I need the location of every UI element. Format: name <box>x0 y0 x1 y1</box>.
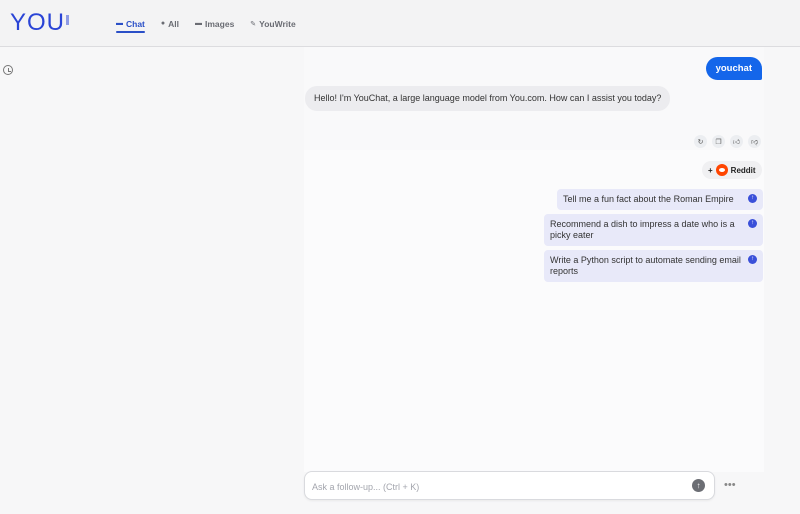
suggestion-text: Recommend a dish to impress a date who i… <box>550 219 735 240</box>
more-options-icon[interactable]: ••• <box>724 480 736 491</box>
tab-youwrite[interactable]: ✎ YouWrite <box>250 0 295 47</box>
tab-label: All <box>168 18 179 29</box>
arrow-up-icon: ↑ <box>748 219 757 228</box>
follow-up-composer: ↑ <box>304 471 715 500</box>
reddit-source-chip[interactable]: + Reddit <box>702 161 762 179</box>
search-tabs: ▬ Chat ● All ▬ Images ✎ YouWrite <box>116 0 296 47</box>
tab-chat[interactable]: ▬ Chat <box>116 0 145 47</box>
arrow-up-icon: ↑ <box>748 255 757 264</box>
pencil-icon: ✎ <box>250 20 257 28</box>
image-icon: ▬ <box>195 20 202 27</box>
arrow-up-icon: ↑ <box>748 194 757 203</box>
history-icon[interactable] <box>3 65 13 75</box>
suggestion-item[interactable]: Write a Python script to automate sendin… <box>544 250 763 282</box>
user-message: youchat <box>705 57 762 80</box>
arrow-up-icon: ↑ <box>696 481 701 490</box>
thumbs-up-icon[interactable]: 👍︎ <box>730 135 743 148</box>
follow-up-input[interactable] <box>312 479 682 494</box>
send-button[interactable]: ↑ <box>692 479 705 492</box>
tab-label: Images <box>205 18 235 29</box>
tab-label: Chat <box>126 18 145 29</box>
suggestion-item[interactable]: Tell me a fun fact about the Roman Empir… <box>557 189 763 210</box>
copy-icon[interactable]: ❐ <box>712 135 725 148</box>
bot-message: Hello! I'm YouChat, a large language mod… <box>305 86 671 111</box>
reddit-icon <box>715 164 728 176</box>
message-actions: ↻ ❐ 👍︎ 👎︎ <box>694 135 761 148</box>
logo-mark <box>66 15 70 25</box>
add-source-icon: + <box>708 165 713 175</box>
you-logo[interactable]: YOU <box>10 9 70 37</box>
tab-all[interactable]: ● All <box>161 0 179 47</box>
regenerate-icon[interactable]: ↻ <box>694 135 707 148</box>
chat-icon: ▬ <box>116 20 123 27</box>
tab-images[interactable]: ▬ Images <box>195 0 234 47</box>
tab-label: YouWrite <box>259 18 296 29</box>
logo-text: YOU <box>10 9 66 36</box>
suggestion-text: Write a Python script to automate sendin… <box>550 255 741 276</box>
source-label: Reddit <box>730 165 756 175</box>
suggestion-item[interactable]: Recommend a dish to impress a date who i… <box>544 214 763 246</box>
top-bar: YOU ▬ Chat ● All ▬ Images ✎ YouWrite <box>0 0 800 47</box>
search-icon: ● <box>160 20 166 27</box>
thumbs-down-icon[interactable]: 👎︎ <box>748 135 761 148</box>
suggestion-text: Tell me a fun fact about the Roman Empir… <box>563 194 734 204</box>
